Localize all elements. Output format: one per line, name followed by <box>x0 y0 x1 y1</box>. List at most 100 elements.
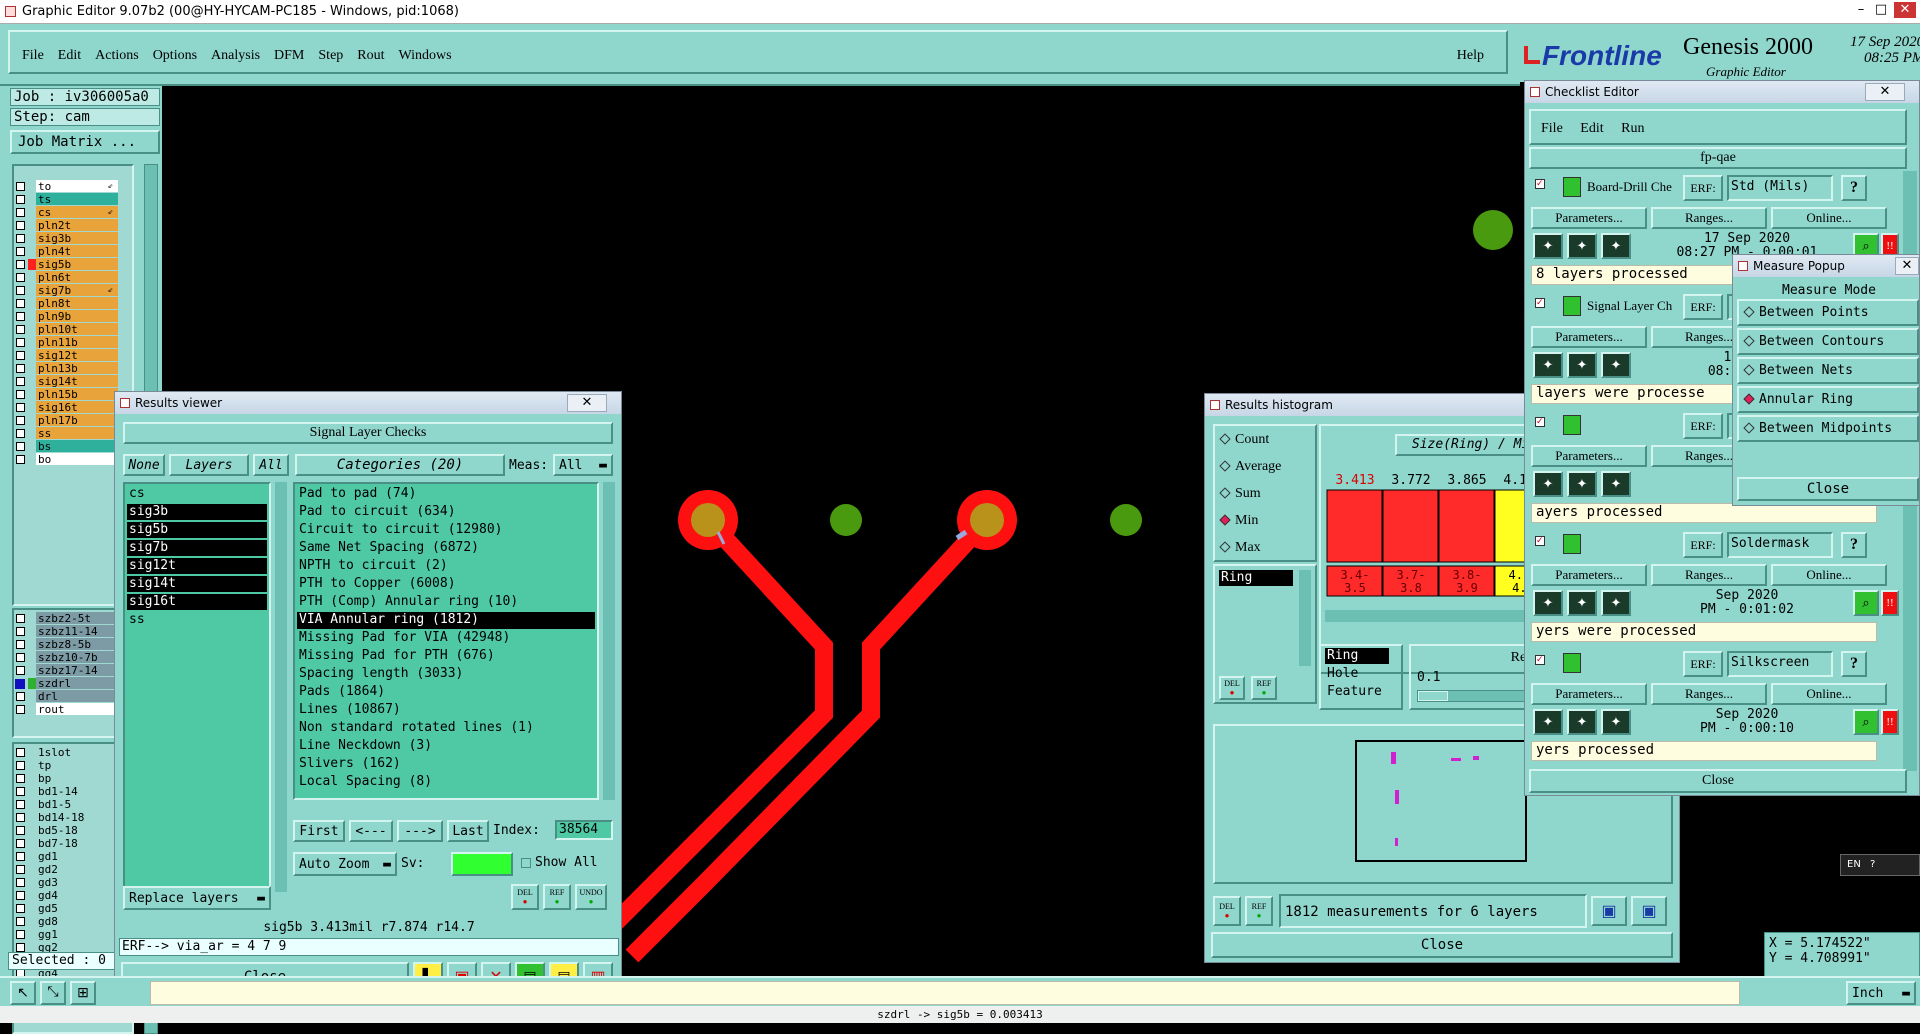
layer-name[interactable]: bd7-18 <box>36 837 118 850</box>
hist-bottom-del-button[interactable]: DEL ● <box>1213 896 1241 926</box>
layer-row[interactable]: sig3b <box>0 232 140 245</box>
layer-name[interactable]: ss <box>36 427 118 440</box>
run-status-icon[interactable]: ✦ <box>1533 233 1563 259</box>
language-bar[interactable]: EN ? <box>1840 854 1920 876</box>
show-all-checkbox[interactable] <box>521 858 531 868</box>
layer-row[interactable]: to ⇙ <box>0 180 140 193</box>
layer-row[interactable]: sig14t <box>0 375 140 388</box>
category-item[interactable]: Circuit to circuit (12980) <box>297 522 595 539</box>
minimize-button[interactable]: – <box>1852 2 1870 18</box>
erf-button[interactable]: ERF: <box>1683 651 1723 677</box>
layer-row[interactable]: pln8t <box>0 297 140 310</box>
layer-name[interactable]: szbz17-14 <box>36 664 118 677</box>
layer-name[interactable]: szbz2-5t <box>36 612 118 625</box>
histogram-bar[interactable] <box>1382 489 1439 563</box>
layer-checkbox[interactable] <box>16 247 25 256</box>
hist-ref-button[interactable]: REF ● <box>1251 676 1277 700</box>
layer-row[interactable]: ts <box>0 193 140 206</box>
histogram-close-button[interactable]: Close <box>1211 932 1673 958</box>
stat-option[interactable]: Max <box>1219 540 1261 556</box>
prev-button[interactable]: <--- <box>349 820 393 842</box>
check-enable-icon[interactable]: ✓ <box>1535 298 1545 308</box>
layer-name[interactable]: gd3 <box>36 876 118 889</box>
erf-button[interactable]: ERF: <box>1683 175 1723 201</box>
run-status-icon[interactable]: ✦ <box>1601 709 1631 735</box>
measure-close-x[interactable]: ✕ <box>1895 257 1919 275</box>
category-item[interactable]: Pad to circuit (634) <box>297 504 595 521</box>
alert-icon[interactable]: !! <box>1881 590 1899 616</box>
run-status-icon[interactable]: ✦ <box>1533 352 1563 378</box>
layer-checkbox[interactable] <box>16 800 25 809</box>
layer-row[interactable]: sig12t <box>0 349 140 362</box>
undo-button[interactable]: UNDO ● <box>575 884 607 910</box>
auto-zoom-select[interactable]: Auto Zoom ▬ <box>293 852 397 876</box>
check-help-button[interactable]: ? <box>1841 651 1867 677</box>
ref-button[interactable]: REF ● <box>543 884 571 910</box>
measure-mode-option[interactable]: Annular Ring <box>1737 386 1919 413</box>
type-item[interactable]: Hole <box>1325 666 1389 682</box>
replace-layers-select[interactable]: Replace layers ▬ <box>123 886 271 910</box>
layer-checkbox[interactable] <box>16 299 25 308</box>
layer-name[interactable]: sig14t <box>36 375 118 388</box>
ranges-button[interactable]: Ranges... <box>1651 564 1767 586</box>
run-status-icon[interactable]: ✦ <box>1567 233 1597 259</box>
layer-name[interactable]: pln15b <box>36 388 118 401</box>
result-layer-item[interactable]: sig12t <box>127 558 267 574</box>
measure-mode-option[interactable]: Between Contours <box>1737 328 1919 355</box>
layer-name[interactable]: to <box>36 180 118 193</box>
result-layer-item[interactable]: sig3b <box>127 504 267 520</box>
layer-name[interactable]: gd8 <box>36 915 118 928</box>
layer-checkbox[interactable] <box>16 403 25 412</box>
layer-checkbox[interactable] <box>16 640 25 649</box>
category-item[interactable]: Lines (10867) <box>297 702 595 719</box>
layer-checkbox[interactable] <box>16 273 25 282</box>
none-button[interactable]: None <box>123 454 165 476</box>
result-layer-item[interactable]: cs <box>127 486 267 502</box>
layer-name[interactable]: pln2t <box>36 219 118 232</box>
stat-option[interactable]: Average <box>1219 459 1281 475</box>
field-selected[interactable]: Ring <box>1219 570 1293 586</box>
layer-checkbox[interactable] <box>16 917 25 926</box>
online-button[interactable]: Online... <box>1771 683 1887 705</box>
layer-name[interactable]: pln13b <box>36 362 118 375</box>
layer-checkbox[interactable] <box>16 891 25 900</box>
parameters-button[interactable]: Parameters... <box>1531 207 1647 229</box>
layer-name[interactable]: rout <box>36 703 118 716</box>
layer-checkbox[interactable] <box>16 614 25 623</box>
zoom-results-icon[interactable]: ⌕ <box>1853 590 1879 616</box>
layer-row[interactable]: pln11b <box>0 336 140 349</box>
checklist-menu-file[interactable]: File <box>1541 121 1563 136</box>
run-status-icon[interactable]: ✦ <box>1601 352 1631 378</box>
layer-checkbox[interactable] <box>16 364 25 373</box>
category-item[interactable]: Missing Pad for PTH (676) <box>297 648 595 665</box>
layer-checkbox[interactable] <box>16 826 25 835</box>
ranges-button[interactable]: Ranges... <box>1651 207 1767 229</box>
layer-checkbox[interactable] <box>16 627 25 636</box>
layer-name[interactable]: gd4 <box>36 889 118 902</box>
close-button[interactable]: ✕ <box>1894 2 1916 18</box>
hist-del-button[interactable]: DEL ● <box>1219 676 1245 700</box>
parameters-button[interactable]: Parameters... <box>1531 683 1647 705</box>
check-enable-icon[interactable]: ✓ <box>1535 655 1545 665</box>
all-layers-button[interactable]: All <box>253 454 289 476</box>
menu-windows[interactable]: Windows <box>399 48 452 64</box>
layer-name[interactable]: drl <box>36 690 118 703</box>
categories-button[interactable]: Categories (20) <box>295 454 505 476</box>
layer-name[interactable]: sig12t <box>36 349 118 362</box>
layer-checkbox[interactable] <box>16 705 25 714</box>
units-select[interactable]: Inch ▬ <box>1846 981 1916 1005</box>
layer-checkbox[interactable] <box>16 653 25 662</box>
category-item[interactable]: NPTH to circuit (2) <box>297 558 595 575</box>
measure-mode-option[interactable]: Between Midpoints <box>1737 415 1919 442</box>
layer-name[interactable]: pln9b <box>36 310 118 323</box>
category-item[interactable]: Missing Pad for VIA (42948) <box>297 630 595 647</box>
layer-name[interactable]: sig16t <box>36 401 118 414</box>
erf-field[interactable]: Soldermask <box>1727 532 1833 558</box>
run-status-icon[interactable]: ✦ <box>1533 471 1563 497</box>
layer-name[interactable]: bd1-14 <box>36 785 118 798</box>
ranges-button[interactable]: Ranges... <box>1651 683 1767 705</box>
layer-checkbox[interactable] <box>16 761 25 770</box>
erf-button[interactable]: ERF: <box>1683 413 1723 439</box>
categories-scrollbar[interactable] <box>603 482 615 800</box>
layer-name[interactable]: sig3b <box>36 232 118 245</box>
